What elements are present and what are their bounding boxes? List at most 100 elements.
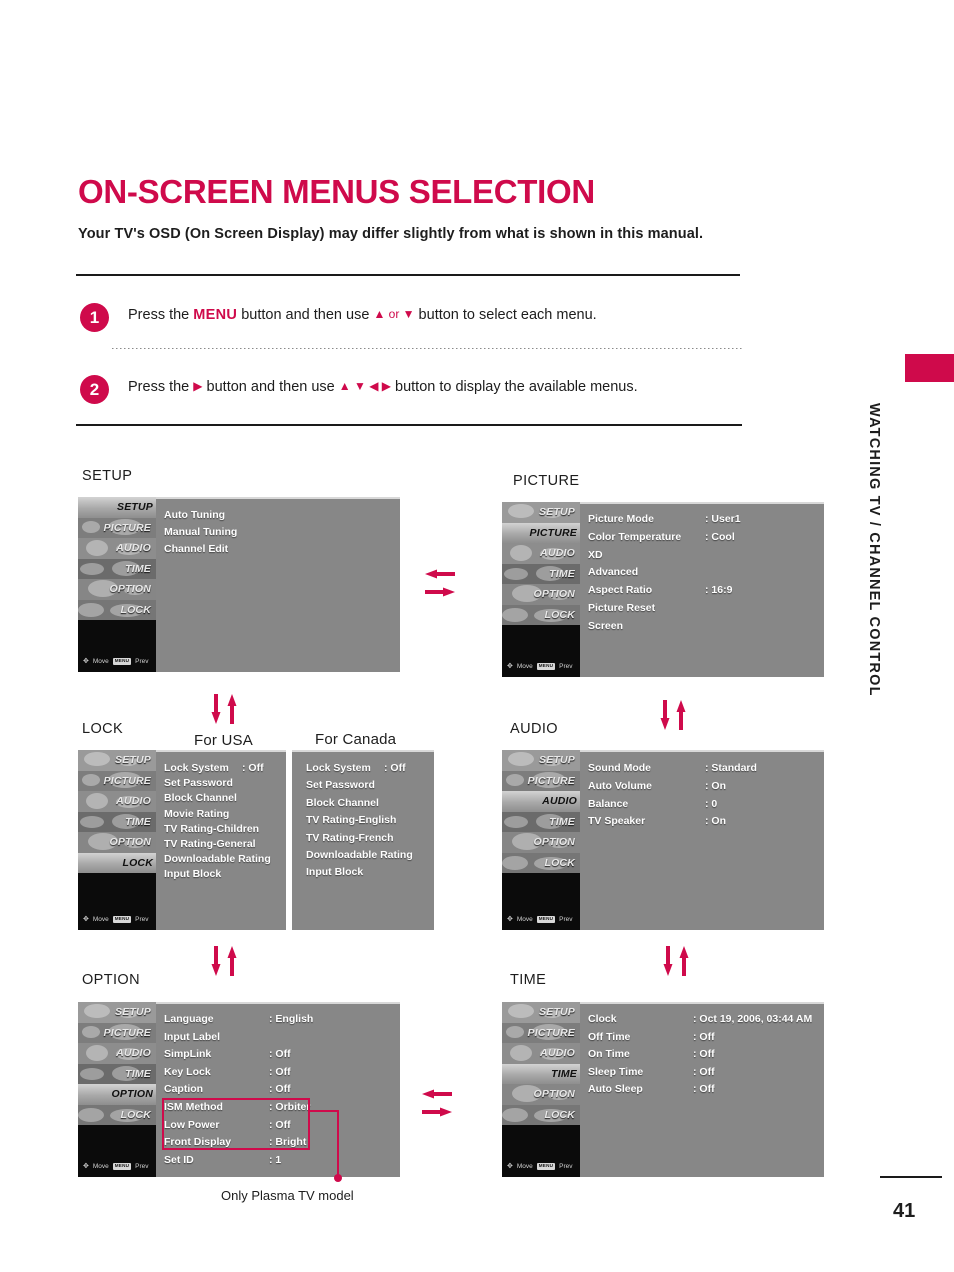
menu-row[interactable]: Auto Volume: On <box>588 780 824 797</box>
sidebar-item-picture[interactable]: PICTURE▶ <box>502 1023 580 1044</box>
arrow-down-icon <box>663 946 673 976</box>
caption-option: OPTION <box>82 972 140 988</box>
menu-row[interactable]: Aspect Ratio: 16:9 <box>588 584 824 601</box>
sidebar-item-setup[interactable]: SETUP▶ <box>502 1002 580 1023</box>
menu-row[interactable]: On Time: Off <box>588 1048 824 1065</box>
sidebar-item-lock[interactable]: LOCK▶ <box>502 1105 580 1126</box>
menu-row-label: Channel Edit <box>164 543 229 555</box>
sidebar-item-lock[interactable]: LOCK▶ <box>78 1105 156 1126</box>
sidebar-item-audio[interactable]: AUDIO▶ <box>502 791 580 812</box>
menu-row-value: : 1 <box>269 1153 282 1166</box>
menu-row[interactable]: Input Label <box>164 1031 400 1048</box>
footer-prev-label: Prev <box>135 1163 149 1170</box>
menu-row[interactable]: Block Channel <box>306 797 434 814</box>
menu-row[interactable]: TV Speaker: On <box>588 815 824 832</box>
menu-row-label: Clock <box>588 1013 617 1025</box>
footer-divider <box>880 1176 942 1178</box>
step-1-arrow-glyphs: ▲ or ▼ <box>373 307 415 321</box>
sidebar-item-picture[interactable]: PICTURE▶ <box>502 771 580 792</box>
sidebar-item-option[interactable]: OPTION▶ <box>78 1084 156 1105</box>
sidebar-item-label: OPTION <box>111 1088 153 1101</box>
sidebar-item-option[interactable]: OPTION▶ <box>78 832 156 853</box>
sidebar-item-picture[interactable]: PICTURE▶ <box>78 1023 156 1044</box>
menu-row[interactable]: Color Temperature: Cool <box>588 531 824 548</box>
sidebar-item-audio[interactable]: AUDIO▶ <box>78 538 156 559</box>
sidebar-item-option[interactable]: OPTION▶ <box>502 1084 580 1105</box>
sidebar-item-label: AUDIO <box>116 795 151 808</box>
osd-footer: ✥ Move MENU Prev <box>502 913 580 926</box>
sidebar-item-audio[interactable]: AUDIO▶ <box>502 1043 580 1064</box>
sidebar-item-time[interactable]: TIME▶ <box>78 1064 156 1085</box>
osd-sidebar: SETUP▶PICTURE▶AUDIO▶TIME▶OPTION▶LOCK▶ ✥Mo… <box>78 750 156 930</box>
osd-sidebar: SETUP▶PICTURE▶AUDIO▶TIME▶OPTION▶LOCK▶ ✥Mo… <box>78 1002 156 1177</box>
sidebar-item-lock[interactable]: LOCK▶ <box>502 853 580 874</box>
menu-row[interactable]: Language: English <box>164 1013 400 1030</box>
menu-row[interactable]: Sound Mode: Standard <box>588 762 824 779</box>
menu-row[interactable]: Channel Edit <box>164 543 400 560</box>
sidebar-item-picture[interactable]: PICTURE▶ <box>78 771 156 792</box>
sidebar-item-label: AUDIO <box>116 1047 151 1060</box>
sidebar-item-setup[interactable]: SETUP▶ <box>78 750 156 771</box>
sidebar-item-audio[interactable]: AUDIO▶ <box>78 791 156 812</box>
sidebar-item-lock[interactable]: LOCK▶ <box>502 605 580 626</box>
menu-row[interactable]: Lock System: Off <box>306 762 434 779</box>
footer-move-label: Move <box>92 916 109 923</box>
menu-row[interactable]: Screen <box>588 620 824 637</box>
menu-row-value: : Off <box>693 1030 715 1043</box>
menu-row[interactable]: Auto Sleep: Off <box>588 1083 824 1100</box>
menu-row[interactable]: Off Time : Off <box>588 1031 824 1048</box>
sidebar-item-option[interactable]: OPTION▶ <box>502 584 580 605</box>
menu-row[interactable]: Clock: Oct 19, 2006, 03:44 AM <box>588 1013 824 1030</box>
menu-row[interactable]: Key Lock: Off <box>164 1066 400 1083</box>
step-1-badge: 1 <box>80 303 109 332</box>
menu-row[interactable]: Picture Reset <box>588 602 824 619</box>
arrow-left-icon <box>422 1089 452 1099</box>
menu-row[interactable]: Downloadable Rating <box>306 849 434 866</box>
menu-row[interactable]: XD <box>588 549 824 566</box>
sidebar-item-audio[interactable]: AUDIO▶ <box>78 1043 156 1064</box>
menu-row[interactable]: Advanced <box>588 566 824 583</box>
sidebar-item-time[interactable]: TIME▶ <box>502 812 580 833</box>
step-2-keyword: ▶ <box>193 379 203 393</box>
sidebar-item-time[interactable]: TIME▶ <box>78 559 156 580</box>
sidebar-item-option[interactable]: OPTION▶ <box>502 832 580 853</box>
sidebar-item-time[interactable]: TIME▶ <box>502 564 580 585</box>
sidebar-item-option[interactable]: OPTION▶ <box>78 579 156 600</box>
menu-row[interactable]: Sleep Time: Off <box>588 1066 824 1083</box>
menu-row[interactable]: Input Block <box>164 868 286 885</box>
sidebar-item-setup[interactable]: SETUP▶ <box>78 1002 156 1023</box>
sidebar-item-label: OPTION <box>533 836 575 849</box>
move-arrows-icon: ✥ <box>507 916 513 923</box>
menu-row[interactable]: Set ID: 1 <box>164 1154 400 1171</box>
menu-button-badge: MENU <box>112 1163 132 1170</box>
sidebar-item-lock[interactable]: LOCK▶ <box>78 600 156 621</box>
sidebar-item-setup[interactable]: SETUP▶ <box>78 497 156 518</box>
menu-row[interactable]: Picture Mode: User1 <box>588 513 824 530</box>
sidebar-item-setup[interactable]: SETUP▶ <box>502 750 580 771</box>
menu-row[interactable]: Manual Tuning <box>164 526 400 543</box>
menu-row-label: Sound Mode <box>588 762 651 774</box>
menu-row-label: Off Time <box>588 1030 631 1043</box>
menu-row[interactable]: Auto Tuning <box>164 509 400 526</box>
menu-row[interactable]: SimpLink: Off <box>164 1048 400 1065</box>
sidebar-item-time[interactable]: TIME▶ <box>502 1063 580 1084</box>
menu-button-badge: MENU <box>536 663 556 670</box>
sidebar-item-picture[interactable]: PICTURE▶ <box>502 522 580 543</box>
sidebar-item-setup[interactable]: SETUP▶ <box>502 502 580 523</box>
menu-row-label: TV Rating-General <box>164 838 256 850</box>
menu-row-label: Screen <box>588 619 624 632</box>
menu-row[interactable]: TV Rating-English <box>306 814 434 831</box>
osd-sidebar: SETUP▶PICTURE▶AUDIO▶TIME▶OPTION▶LOCK▶ ✥Mo… <box>502 502 580 677</box>
menu-row[interactable]: Balance: 0 <box>588 798 824 815</box>
sidebar-item-picture[interactable]: PICTURE▶ <box>78 518 156 539</box>
menu-row[interactable]: Input Block <box>306 866 434 883</box>
menu-row-label: Advanced <box>588 566 639 579</box>
footer-move-label: Move <box>516 1163 533 1170</box>
sidebar-item-time[interactable]: TIME▶ <box>78 812 156 833</box>
sidebar-item-audio[interactable]: AUDIO▶ <box>502 543 580 564</box>
osd-footer: ✥ Move MENU Prev <box>78 1160 156 1173</box>
sidebar-item-label: AUDIO <box>540 1047 575 1060</box>
menu-row[interactable]: Set Password <box>306 779 434 796</box>
sidebar-item-lock[interactable]: LOCK▶ <box>78 852 156 873</box>
menu-row[interactable]: TV Rating-French <box>306 832 434 849</box>
